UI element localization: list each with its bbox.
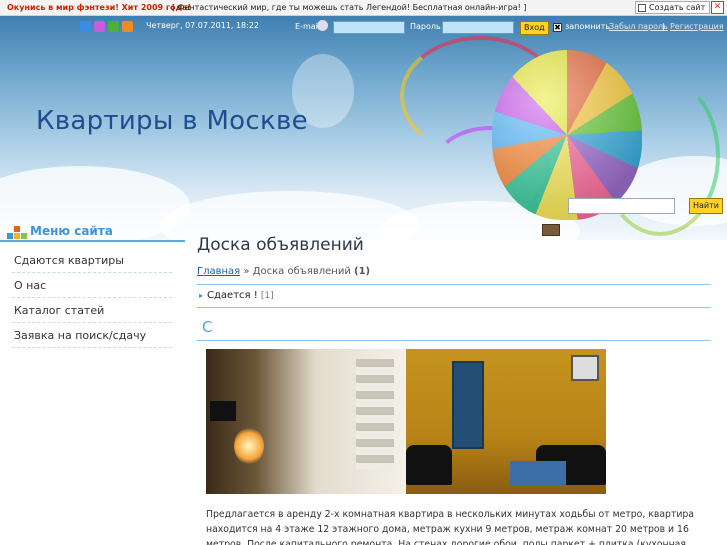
balloon-shading — [492, 50, 642, 220]
wall-picture-shape — [571, 355, 599, 381]
email-field[interactable] — [333, 21, 405, 34]
remember-checkbox[interactable]: ✖ — [553, 23, 562, 32]
sidebar-title: Меню сайта — [30, 224, 113, 238]
breadcrumb-count: (1) — [354, 266, 371, 277]
tv-shape — [210, 401, 236, 421]
home-icon[interactable] — [80, 21, 91, 32]
mail-icon[interactable] — [94, 21, 105, 32]
forgot-password-link[interactable]: Забыл пароль — [609, 22, 668, 31]
promo-link[interactable]: Окунись в мир фэнтези! Хит 2009 года! — [7, 0, 191, 15]
page-title: Доска объявлений — [197, 235, 364, 255]
category-link[interactable]: Сдается ! — [207, 290, 258, 301]
living-room-photo — [206, 349, 406, 494]
search-button[interactable]: Найти — [689, 198, 723, 214]
register-link[interactable]: Регистрация — [670, 22, 724, 31]
breadcrumb-current: Доска объявлений — [252, 266, 351, 277]
remember-label: запомнить — [565, 22, 611, 31]
category-item: ▸ Сдается ! [1] — [199, 290, 274, 301]
breadcrumb-home-link[interactable]: Главная — [197, 266, 240, 277]
sidebar-divider — [0, 240, 185, 242]
lamp-glow — [234, 427, 264, 465]
create-site-label: Создать сайт — [649, 3, 706, 12]
divider — [197, 284, 711, 285]
divider — [197, 307, 711, 308]
site-title[interactable]: Квартиры в Москве — [36, 106, 308, 136]
door-shape — [452, 361, 484, 449]
password-label: Пароль — [410, 22, 441, 31]
category-count: [1] — [260, 291, 274, 301]
password-field[interactable] — [442, 21, 514, 34]
quick-icons — [80, 21, 136, 35]
sidebar-item-about[interactable]: О нас — [14, 279, 46, 292]
section-letter: С — [202, 318, 213, 336]
shelf-shape — [356, 359, 394, 469]
current-date: Четверг, 07.07.2011, 18:22 — [146, 21, 260, 30]
listing-description: Предлагается в аренду 2-х комнатная квар… — [206, 509, 695, 545]
close-icon[interactable]: ✕ — [711, 1, 724, 14]
breadcrumb-separator: » — [243, 266, 250, 277]
chair-shape — [510, 461, 566, 485]
menu-separator — [12, 347, 172, 348]
menu-separator — [12, 272, 172, 273]
promo-text[interactable]: [ Фантастический мир, где ты можешь стат… — [172, 0, 527, 15]
balloon-basket — [542, 224, 560, 236]
menu-separator — [12, 322, 172, 323]
sidebar-header: Меню сайта — [0, 222, 190, 240]
breadcrumb: Главная » Доска объявлений (1) — [197, 266, 370, 277]
top-ad-bar: Окунись в мир фэнтези! Хит 2009 года! [ … — [0, 0, 727, 16]
sidebar-item-request[interactable]: Заявка на поиск/сдачу — [14, 329, 146, 342]
sidebar-item-articles[interactable]: Каталог статей — [14, 304, 104, 317]
sidebar-item-apartments[interactable]: Сдаются квартиры — [14, 254, 124, 267]
menu-separator — [12, 297, 172, 298]
home-icon — [638, 4, 646, 12]
user-icon[interactable] — [108, 21, 119, 32]
apartment-photo[interactable] — [206, 349, 606, 494]
openid-icon[interactable] — [317, 20, 328, 31]
search-input[interactable] — [568, 198, 675, 214]
lounge-photo — [406, 349, 606, 494]
divider — [197, 340, 711, 341]
bullet-icon: ▸ — [199, 291, 204, 300]
sofa-shape — [406, 445, 452, 485]
rss-icon[interactable] — [122, 21, 133, 32]
login-button[interactable]: Вход — [520, 21, 549, 35]
create-site-button[interactable]: Создать сайт — [635, 1, 711, 14]
menu-squares-icon — [7, 226, 27, 240]
